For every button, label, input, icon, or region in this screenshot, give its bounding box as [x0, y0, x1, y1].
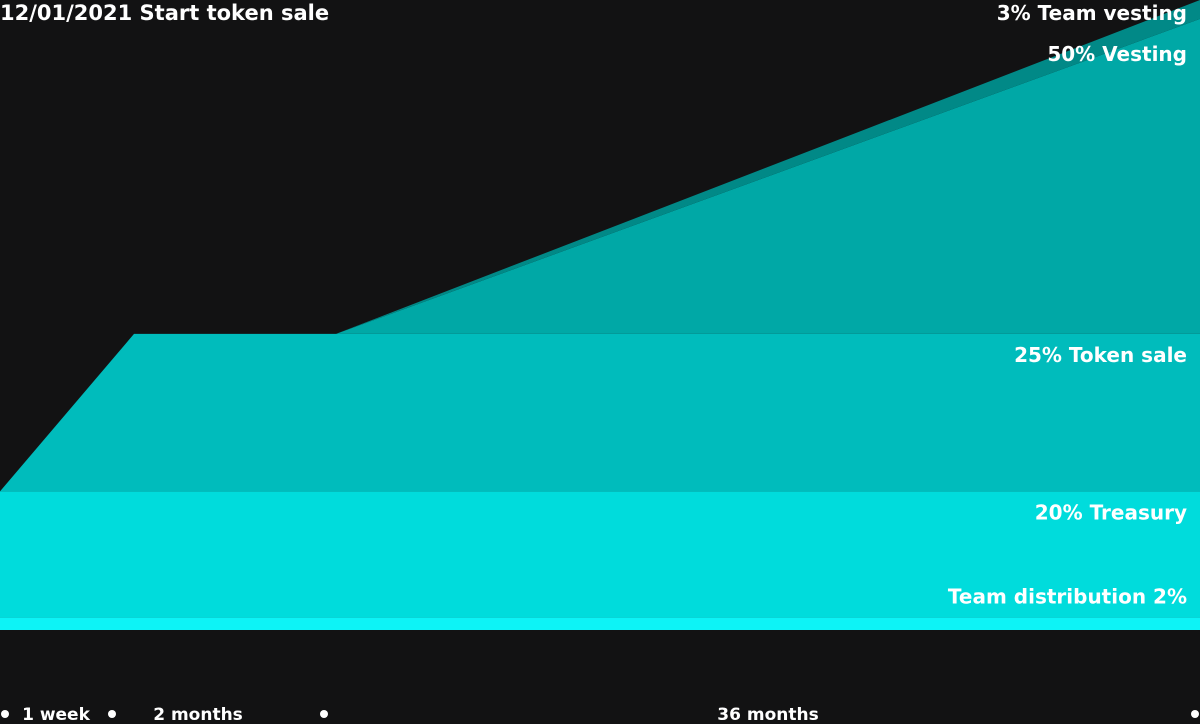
series-label-2: 25% Token sale: [1014, 343, 1187, 367]
chart-title: 12/01/2021 Start token sale: [0, 1, 329, 25]
series-label-0: Team distribution 2%: [948, 584, 1187, 608]
x-tick-dot-2: [108, 710, 116, 718]
series-label-4: 3% Team vesting: [997, 1, 1187, 25]
x-tick-label-5: 36 months: [717, 705, 818, 724]
x-tick-dot-4: [320, 710, 328, 718]
x-tick-dot-6: [1191, 710, 1199, 718]
area-band-0: [0, 617, 1200, 630]
token-distribution-chart: Team distribution 2% 20% Treasury 25% Toke…: [0, 0, 1200, 724]
x-tick-label-1: 1 week: [22, 705, 91, 724]
x-tick-label-3: 2 months: [153, 705, 243, 724]
series-label-3: 50% Vesting: [1047, 42, 1187, 66]
series-label-1: 20% Treasury: [1035, 500, 1187, 524]
x-tick-dot-0: [1, 710, 9, 718]
